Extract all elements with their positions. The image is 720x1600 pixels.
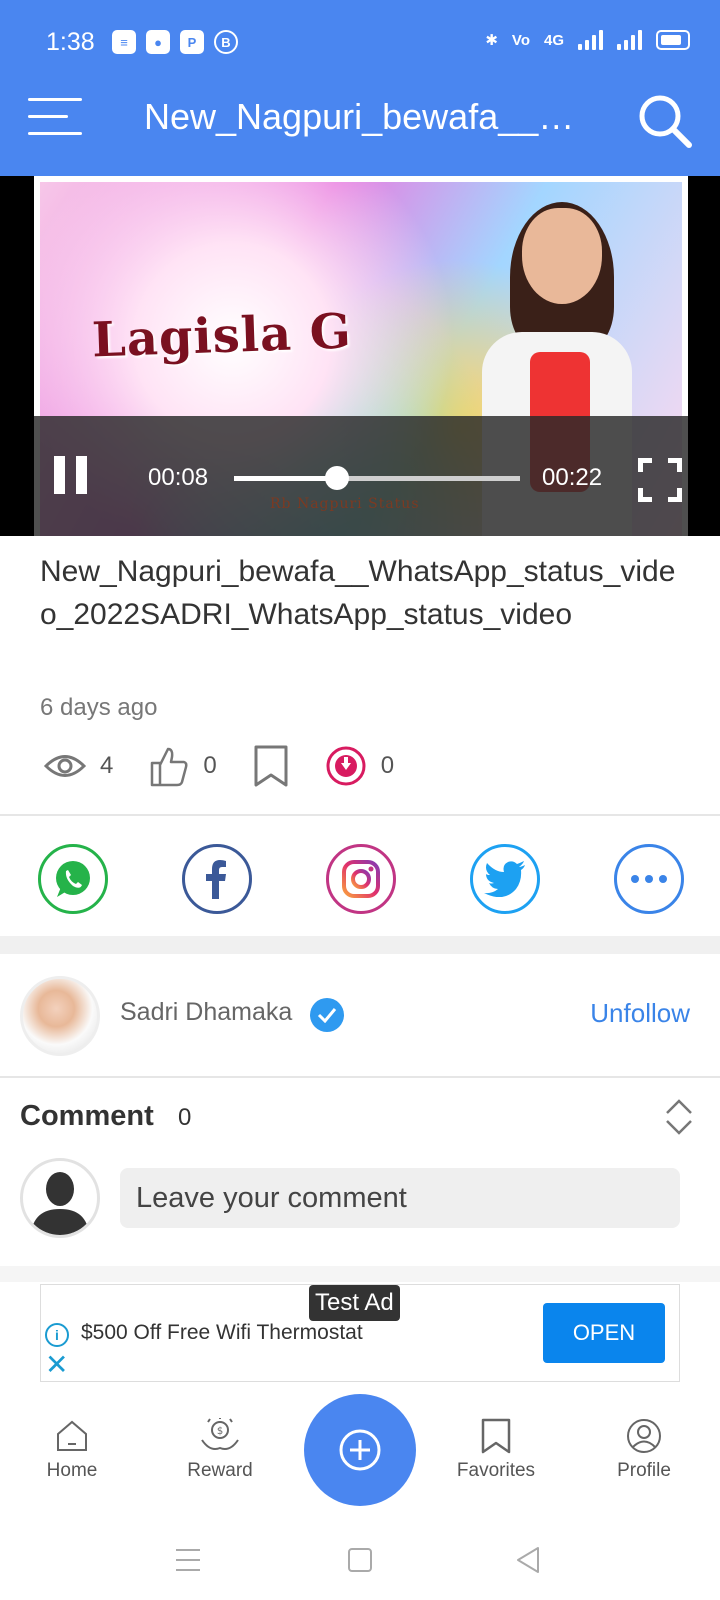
comment-input[interactable]: Leave your comment bbox=[120, 1168, 680, 1228]
section-separator bbox=[0, 1266, 720, 1282]
nav-reward-label: Reward bbox=[187, 1460, 253, 1481]
views-count: 4 bbox=[100, 752, 114, 779]
download-icon bbox=[326, 746, 366, 786]
system-status-icons: ✱ Vo 4G bbox=[485, 30, 690, 50]
app-notification-icon: ● bbox=[146, 30, 170, 54]
video-watermark: Rb Nagpuri Status bbox=[270, 496, 420, 512]
home-square-icon[interactable] bbox=[340, 1540, 380, 1580]
plus-icon bbox=[339, 1429, 381, 1471]
share-twitter-button[interactable] bbox=[470, 844, 540, 914]
divider bbox=[0, 1076, 720, 1078]
nav-home-label: Home bbox=[46, 1460, 98, 1481]
nav-home[interactable]: Home bbox=[12, 1418, 132, 1482]
facebook-icon bbox=[206, 860, 226, 899]
page-title: New_Nagpuri_bewafa__WhatsApp_status_vide… bbox=[144, 96, 584, 137]
video-player[interactable]: Lagisla G 00:08 Rb Nagpuri Status 00:22 bbox=[0, 176, 720, 536]
comment-heading: Comment bbox=[20, 1100, 154, 1132]
share-instagram-button[interactable] bbox=[326, 844, 396, 914]
signal-icon bbox=[578, 30, 603, 50]
share-more-button[interactable] bbox=[614, 844, 684, 914]
ad-banner[interactable]: Test Ad i ✕ $500 Off Free Wifi Thermosta… bbox=[40, 1284, 680, 1382]
share-whatsapp-button[interactable] bbox=[38, 844, 108, 914]
home-icon bbox=[57, 1420, 87, 1451]
seek-bar[interactable] bbox=[234, 466, 520, 490]
b-notification-icon: B bbox=[214, 30, 238, 54]
divider bbox=[0, 814, 720, 816]
menu-button[interactable] bbox=[28, 98, 84, 138]
like-button[interactable]: 0 bbox=[149, 745, 217, 787]
nav-favorites[interactable]: Favorites bbox=[436, 1418, 556, 1482]
nav-profile[interactable]: Profile bbox=[584, 1418, 704, 1482]
views-stat: 4 bbox=[44, 751, 113, 781]
network-type-label: 4G bbox=[543, 31, 564, 49]
unfollow-button[interactable]: Unfollow bbox=[590, 998, 690, 1029]
thumbs-up-icon bbox=[151, 747, 188, 787]
author-avatar[interactable] bbox=[20, 976, 100, 1056]
verified-badge-icon bbox=[310, 998, 344, 1032]
recent-apps-icon[interactable] bbox=[168, 1540, 208, 1580]
downloads-count: 0 bbox=[380, 752, 395, 779]
twitter-icon bbox=[484, 861, 525, 897]
status-time: 1:38 bbox=[46, 28, 95, 56]
nav-profile-label: Profile bbox=[617, 1460, 671, 1481]
nav-favorites-label: Favorites bbox=[456, 1460, 536, 1481]
more-icon bbox=[631, 875, 667, 883]
bookmark-icon bbox=[254, 745, 288, 787]
favorites-bookmark-icon bbox=[481, 1418, 511, 1454]
author-name[interactable]: Sadri Dhamaka bbox=[120, 998, 292, 1027]
seek-progress bbox=[234, 476, 337, 481]
add-button[interactable] bbox=[304, 1394, 416, 1506]
user-avatar-placeholder-icon bbox=[20, 1158, 100, 1238]
paytm-notification-icon: P bbox=[180, 30, 204, 54]
ad-text[interactable]: $500 Off Free Wifi Thermostat bbox=[81, 1321, 363, 1345]
nav-reward[interactable]: $ Reward bbox=[160, 1418, 280, 1482]
ad-close-icon[interactable]: ✕ bbox=[45, 1351, 68, 1379]
ad-info-icon[interactable]: i bbox=[45, 1323, 69, 1347]
volte-icon: Vo bbox=[511, 31, 530, 49]
seek-thumb[interactable] bbox=[324, 466, 349, 490]
comment-count: 0 bbox=[178, 1104, 192, 1131]
expand-collapse-icon[interactable] bbox=[664, 1098, 694, 1136]
duration-time: 00:22 bbox=[542, 464, 603, 491]
test-ad-badge: Test Ad bbox=[309, 1285, 400, 1321]
share-facebook-button[interactable] bbox=[182, 844, 252, 914]
whatsapp-icon bbox=[56, 861, 90, 897]
reward-icon: $ bbox=[201, 1418, 239, 1450]
video-overlay-text: Lagisla G bbox=[91, 303, 353, 369]
current-time: 00:08 bbox=[148, 464, 209, 491]
message-notification-icon: ≡ bbox=[112, 30, 136, 54]
download-button[interactable]: 0 bbox=[325, 745, 394, 787]
instagram-icon bbox=[342, 860, 380, 898]
signal-icon-2 bbox=[617, 30, 642, 50]
player-controls: 00:08 Rb Nagpuri Status 00:22 bbox=[34, 416, 688, 536]
profile-icon bbox=[627, 1419, 661, 1453]
stats-row: 4 0 0 bbox=[44, 742, 430, 790]
ad-open-button[interactable]: OPEN bbox=[543, 1303, 665, 1363]
bluetooth-icon: ✱ bbox=[485, 32, 498, 49]
notification-icons: ≡ ● P B bbox=[112, 30, 238, 54]
svg-text:$: $ bbox=[217, 1426, 223, 1437]
top-app-bar: 1:38 ≡ ● P B ✱ Vo 4G New_Nagpuri_bewafa_… bbox=[0, 0, 720, 176]
battery-icon bbox=[656, 30, 690, 50]
bookmark-button[interactable] bbox=[253, 745, 289, 787]
share-row bbox=[38, 844, 684, 914]
search-icon[interactable] bbox=[636, 92, 694, 150]
fullscreen-icon[interactable] bbox=[637, 457, 683, 503]
eye-icon bbox=[44, 755, 86, 777]
posted-time: 6 days ago bbox=[40, 694, 158, 721]
video-title: New_Nagpuri_bewafa__WhatsApp_status_vide… bbox=[40, 555, 676, 631]
system-navigation-bar bbox=[0, 1510, 720, 1600]
likes-count: 0 bbox=[203, 752, 217, 779]
back-icon[interactable] bbox=[508, 1540, 548, 1580]
section-separator bbox=[0, 936, 720, 954]
pause-button[interactable] bbox=[54, 456, 88, 496]
